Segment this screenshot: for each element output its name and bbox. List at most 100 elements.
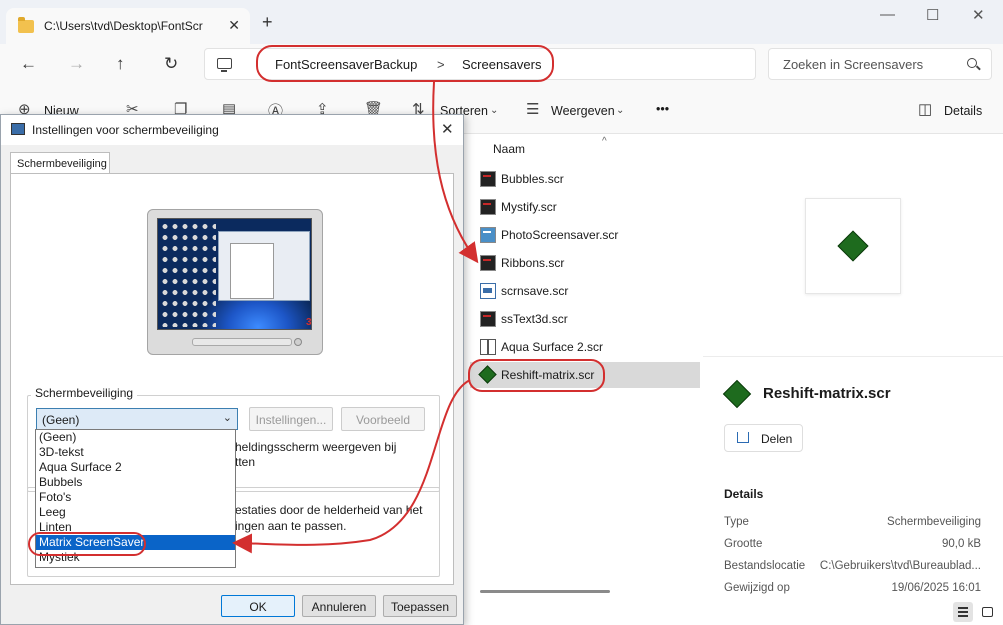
list-item[interactable]: Bubbles.scr (470, 166, 700, 192)
computer-icon (217, 58, 232, 72)
detail-key: Bestandslocatie (724, 560, 806, 572)
tab-screensaver[interactable]: Schermbeveiliging (10, 152, 110, 174)
photo-screensaver-icon (480, 227, 496, 243)
file-name: Mystify.scr (501, 200, 557, 214)
dropdown-option[interactable]: (Geen) (36, 430, 235, 445)
view-icon: ☰ (526, 101, 540, 118)
list-item[interactable]: scrnsave.scr (470, 278, 700, 304)
dropdown-option[interactable]: Bubbels (36, 475, 235, 490)
minimize-button[interactable]: — (880, 6, 895, 23)
cancel-button[interactable]: Annuleren (302, 595, 376, 617)
power-text: estaties door de helderheid van het (235, 503, 423, 517)
combo-value: (Geen) (42, 413, 80, 427)
search-placeholder: Zoeken in Screensavers (783, 57, 924, 72)
resume-text: tten (235, 455, 256, 469)
display-settings-icon (11, 123, 25, 135)
tab-current-folder[interactable]: C:\Users\tvd\Desktop\FontScr ✕ (6, 8, 250, 44)
details-pane: Reshift-matrix.scr Delen Details Type Sc… (703, 134, 1003, 625)
preview-window (230, 243, 274, 299)
power-text: ingen aan te passen. (235, 519, 347, 533)
detail-value: C:\Gebruikers\tvd\Bureaublad... (819, 560, 981, 572)
share-button[interactable]: Delen (724, 424, 803, 452)
detail-value: 19/06/2025 16:01 (891, 582, 981, 594)
dialog-title-bar: Instellingen voor schermbeveiliging ✕ (1, 115, 463, 145)
dialog-title: Instellingen voor schermbeveiliging (32, 123, 219, 137)
new-tab-button[interactable]: + (262, 12, 273, 33)
file-name: scrnsave.scr (501, 284, 569, 298)
explorer-title-bar: C:\Users\tvd\Desktop\FontScr ✕ + — ☐ ✕ (0, 0, 1003, 44)
scrnsave-icon (480, 283, 496, 299)
column-header-name[interactable]: Naam (493, 142, 525, 156)
ok-button[interactable]: OK (221, 595, 295, 617)
power-led-icon (294, 338, 302, 346)
settings-button[interactable]: Instellingen... (249, 407, 333, 431)
list-item[interactable]: Mystify.scr (470, 194, 700, 220)
divider (703, 356, 1003, 357)
details-file-title: Reshift-matrix.scr (763, 385, 891, 402)
details-button[interactable]: Details (944, 104, 982, 118)
view-button[interactable]: Weergeven (551, 104, 615, 118)
detail-key: Gewijzigd op (724, 582, 790, 594)
list-view-icon (958, 607, 968, 617)
preview-screen: 3 (157, 218, 312, 330)
file-name: Ribbons.scr (501, 256, 565, 270)
tiles-view-icon (982, 607, 993, 617)
share-label: Delen (761, 432, 793, 446)
monitor-preview: 3 (147, 209, 323, 355)
maximize-button[interactable]: ☐ (926, 6, 939, 24)
refresh-button[interactable]: ↻ (164, 54, 178, 74)
list-item[interactable]: ssText3d.scr (470, 306, 700, 332)
forward-button[interactable]: → (68, 54, 85, 74)
more-options-button[interactable]: ••• (656, 102, 669, 116)
horizontal-scrollbar[interactable] (480, 590, 610, 593)
sort-up-icon: ^ (602, 136, 607, 147)
search-box[interactable]: Zoeken in Screensavers (768, 48, 992, 80)
screensaver-icon (480, 255, 496, 271)
preview-badge: 3 (306, 317, 312, 328)
screensaver-icon (480, 171, 496, 187)
file-name: Aqua Surface 2.scr (501, 340, 604, 354)
details-view-button[interactable] (953, 602, 973, 622)
matrix-icon (837, 230, 869, 262)
close-window-button[interactable]: ✕ (972, 6, 985, 24)
dropdown-option[interactable]: Foto's (36, 490, 235, 505)
up-button[interactable]: ↑ (116, 54, 125, 74)
dropdown-option[interactable]: Leeg (36, 505, 235, 520)
tiles-view-button[interactable] (977, 602, 997, 622)
tab-close-icon[interactable]: ✕ (228, 17, 240, 34)
highlight-breadcrumb (256, 45, 554, 82)
file-name: PhotoScreensaver.scr (501, 228, 619, 242)
highlight-matrix-option (28, 532, 146, 556)
details-pane-icon: ◫ (918, 101, 933, 118)
share-icon (737, 432, 749, 443)
screensaver-icon (480, 199, 496, 215)
list-item[interactable]: Aqua Surface 2.scr (470, 334, 700, 360)
folder-icon (18, 16, 34, 33)
dialog-close-icon[interactable]: ✕ (441, 120, 454, 138)
tab-title: C:\Users\tvd\Desktop\FontScr (44, 19, 203, 33)
detail-value: Schermbeveiliging (887, 516, 981, 528)
resume-text: heldingsscherm weergeven bij (235, 440, 397, 454)
list-item[interactable]: PhotoScreensaver.scr (470, 222, 700, 248)
sort-chevron-icon: ⌄ (490, 105, 499, 116)
list-item[interactable]: Ribbons.scr (470, 250, 700, 276)
highlight-selected-file (468, 359, 605, 392)
file-name: ssText3d.scr (501, 312, 568, 326)
file-name: Bubbles.scr (501, 172, 564, 186)
screensaver-select[interactable]: (Geen) ⌄ (36, 408, 238, 430)
detail-value: 90,0 kB (942, 538, 981, 550)
matrix-icon (722, 379, 752, 409)
back-button[interactable]: ← (20, 54, 37, 74)
screensaver-icon (480, 311, 496, 327)
package-icon (480, 339, 496, 355)
detail-key: Grootte (724, 538, 763, 550)
dropdown-option[interactable]: Aqua Surface 2 (36, 460, 235, 475)
apply-button[interactable]: Toepassen (383, 595, 457, 617)
group-label: Schermbeveiliging (31, 386, 138, 400)
dropdown-option[interactable]: 3D-tekst (36, 445, 235, 460)
monitor-stand (192, 338, 292, 346)
search-icon (967, 58, 977, 68)
detail-key: Type (724, 516, 749, 528)
preview-button[interactable]: Voorbeeld (341, 407, 425, 431)
view-chevron-icon: ⌄ (616, 105, 625, 116)
